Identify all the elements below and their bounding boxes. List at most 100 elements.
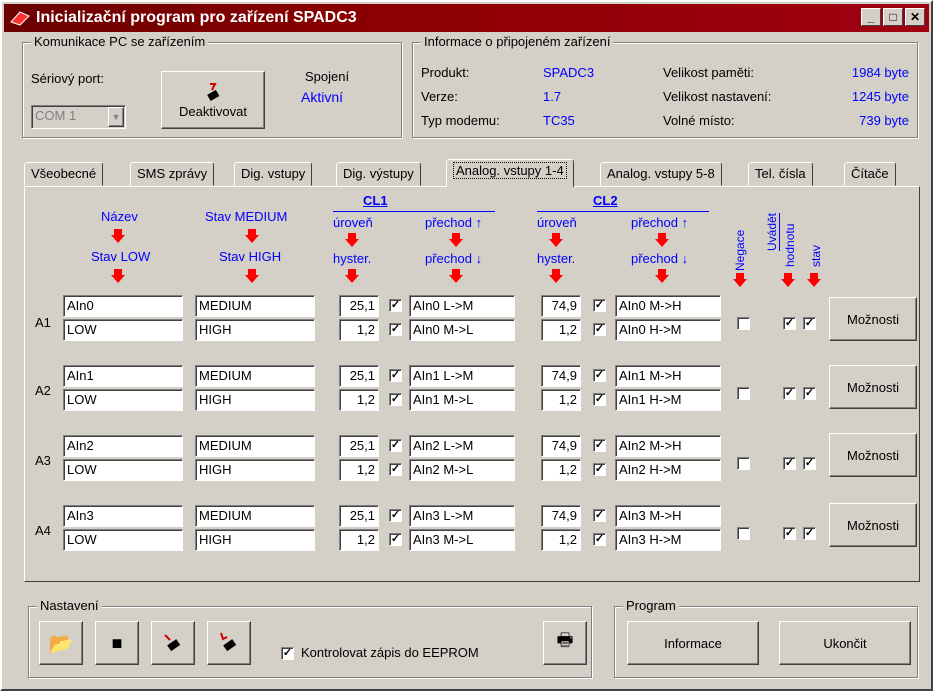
cl2-hyster-input[interactable]: 1,2 bbox=[541, 529, 581, 551]
cl2-level-input[interactable]: 74,9 bbox=[541, 505, 581, 527]
cl1-down-input[interactable]: AIn1 M->L bbox=[409, 389, 515, 411]
tab-analog-5-8[interactable]: Analog. vstupy 5-8 bbox=[600, 162, 722, 186]
cl2-up-checkbox[interactable]: ✓ bbox=[593, 439, 606, 452]
show-state-checkbox[interactable]: ✓ bbox=[803, 317, 816, 330]
cl2-up-input[interactable]: AIn1 M->H bbox=[615, 365, 721, 387]
cl2-up-input[interactable]: AIn3 M->H bbox=[615, 505, 721, 527]
cl1-up-input[interactable]: AIn0 L->M bbox=[409, 295, 515, 317]
show-value-checkbox[interactable]: ✓ bbox=[783, 457, 796, 470]
cl2-down-input[interactable]: AIn1 H->M bbox=[615, 389, 721, 411]
cl2-up-checkbox[interactable]: ✓ bbox=[593, 509, 606, 522]
cl2-up-checkbox[interactable]: ✓ bbox=[593, 369, 606, 382]
cl2-level-input[interactable]: 74,9 bbox=[541, 365, 581, 387]
cl1-down-input[interactable]: AIn0 M->L bbox=[409, 319, 515, 341]
write-device-button[interactable] bbox=[207, 621, 251, 665]
options-button[interactable]: Možnosti bbox=[829, 297, 917, 341]
maximize-button[interactable]: □ bbox=[883, 8, 903, 26]
close-button[interactable]: ✕ bbox=[905, 8, 925, 26]
cl1-down-checkbox[interactable]: ✓ bbox=[389, 393, 402, 406]
quit-button[interactable]: Ukončit bbox=[779, 621, 911, 665]
tab-sms[interactable]: SMS zprávy bbox=[130, 162, 215, 186]
tab-digital-inputs[interactable]: Dig. vstupy bbox=[234, 162, 313, 186]
cl1-up-checkbox[interactable]: ✓ bbox=[389, 299, 402, 312]
cl1-up-checkbox[interactable]: ✓ bbox=[389, 439, 402, 452]
information-button[interactable]: Informace bbox=[627, 621, 759, 665]
cl1-down-input[interactable]: AIn3 M->L bbox=[409, 529, 515, 551]
deactivate-button[interactable]: Deaktivovat bbox=[161, 71, 265, 129]
cl1-level-input[interactable]: 25,1 bbox=[339, 295, 379, 317]
negation-checkbox[interactable] bbox=[737, 317, 750, 330]
negation-checkbox[interactable] bbox=[737, 527, 750, 540]
cl1-down-input[interactable]: AIn2 M->L bbox=[409, 459, 515, 481]
state-low-input[interactable]: LOW bbox=[63, 459, 183, 481]
name-input[interactable]: AIn2 bbox=[63, 435, 183, 457]
cl2-hyster-input[interactable]: 1,2 bbox=[541, 459, 581, 481]
cl2-down-input[interactable]: AIn3 H->M bbox=[615, 529, 721, 551]
show-state-checkbox[interactable]: ✓ bbox=[803, 387, 816, 400]
state-high-input[interactable]: HIGH bbox=[195, 459, 315, 481]
options-button[interactable]: Možnosti bbox=[829, 503, 917, 547]
options-button[interactable]: Možnosti bbox=[829, 365, 917, 409]
cl1-down-checkbox[interactable]: ✓ bbox=[389, 533, 402, 546]
options-button[interactable]: Možnosti bbox=[829, 433, 917, 477]
cl1-level-input[interactable]: 25,1 bbox=[339, 435, 379, 457]
negation-checkbox[interactable] bbox=[737, 457, 750, 470]
state-low-input[interactable]: LOW bbox=[63, 389, 183, 411]
cl1-hyster-input[interactable]: 1,2 bbox=[339, 529, 379, 551]
port-select[interactable]: COM 1 ▼ bbox=[31, 105, 126, 129]
cl2-level-input[interactable]: 74,9 bbox=[541, 295, 581, 317]
state-low-input[interactable]: LOW bbox=[63, 319, 183, 341]
cl1-hyster-input[interactable]: 1,2 bbox=[339, 389, 379, 411]
cl1-hyster-input[interactable]: 1,2 bbox=[339, 459, 379, 481]
cl2-level-input[interactable]: 74,9 bbox=[541, 435, 581, 457]
tab-general[interactable]: Všeobecné bbox=[24, 162, 104, 186]
cl2-hyster-input[interactable]: 1,2 bbox=[541, 319, 581, 341]
cl2-down-checkbox[interactable]: ✓ bbox=[593, 393, 606, 406]
cl2-up-checkbox[interactable]: ✓ bbox=[593, 299, 606, 312]
chevron-down-icon[interactable]: ▼ bbox=[108, 107, 124, 127]
show-value-checkbox[interactable]: ✓ bbox=[783, 527, 796, 540]
print-button[interactable]: 🖶 bbox=[543, 621, 587, 665]
save-button[interactable]: ■ bbox=[95, 621, 139, 665]
cl1-up-input[interactable]: AIn3 L->M bbox=[409, 505, 515, 527]
show-value-checkbox[interactable]: ✓ bbox=[783, 387, 796, 400]
cl1-level-input[interactable]: 25,1 bbox=[339, 365, 379, 387]
title-bar[interactable]: Inicializační program pro zařízení SPADC… bbox=[4, 4, 929, 32]
cl2-down-checkbox[interactable]: ✓ bbox=[593, 463, 606, 476]
state-high-input[interactable]: HIGH bbox=[195, 529, 315, 551]
state-low-input[interactable]: LOW bbox=[63, 529, 183, 551]
cl2-down-input[interactable]: AIn0 H->M bbox=[615, 319, 721, 341]
cl2-down-checkbox[interactable]: ✓ bbox=[593, 323, 606, 336]
cl1-down-checkbox[interactable]: ✓ bbox=[389, 463, 402, 476]
cl1-level-input[interactable]: 25,1 bbox=[339, 505, 379, 527]
state-high-input[interactable]: HIGH bbox=[195, 319, 315, 341]
negation-checkbox[interactable] bbox=[737, 387, 750, 400]
show-value-checkbox[interactable]: ✓ bbox=[783, 317, 796, 330]
tab-digital-outputs[interactable]: Dig. výstupy bbox=[336, 162, 421, 186]
tab-phone-numbers[interactable]: Tel. čísla bbox=[748, 162, 813, 186]
state-medium-input[interactable]: MEDIUM bbox=[195, 505, 315, 527]
cl1-hyster-input[interactable]: 1,2 bbox=[339, 319, 379, 341]
show-state-checkbox[interactable]: ✓ bbox=[803, 457, 816, 470]
state-medium-input[interactable]: MEDIUM bbox=[195, 295, 315, 317]
tab-counters[interactable]: Čítače bbox=[844, 162, 896, 186]
show-state-checkbox[interactable]: ✓ bbox=[803, 527, 816, 540]
cl2-up-input[interactable]: AIn0 M->H bbox=[615, 295, 721, 317]
name-input[interactable]: AIn0 bbox=[63, 295, 183, 317]
name-input[interactable]: AIn3 bbox=[63, 505, 183, 527]
tab-analog-1-4[interactable]: Analog. vstupy 1-4 bbox=[446, 159, 574, 187]
cl2-down-input[interactable]: AIn2 H->M bbox=[615, 459, 721, 481]
cl2-down-checkbox[interactable]: ✓ bbox=[593, 533, 606, 546]
minimize-button[interactable]: _ bbox=[861, 8, 881, 26]
cl1-up-input[interactable]: AIn2 L->M bbox=[409, 435, 515, 457]
read-device-button[interactable] bbox=[151, 621, 195, 665]
name-input[interactable]: AIn1 bbox=[63, 365, 183, 387]
state-medium-input[interactable]: MEDIUM bbox=[195, 435, 315, 457]
cl1-up-checkbox[interactable]: ✓ bbox=[389, 369, 402, 382]
state-high-input[interactable]: HIGH bbox=[195, 389, 315, 411]
verify-eeprom-checkbox[interactable]: ✓ bbox=[281, 647, 294, 660]
cl1-up-input[interactable]: AIn1 L->M bbox=[409, 365, 515, 387]
cl1-up-checkbox[interactable]: ✓ bbox=[389, 509, 402, 522]
cl2-hyster-input[interactable]: 1,2 bbox=[541, 389, 581, 411]
cl2-up-input[interactable]: AIn2 M->H bbox=[615, 435, 721, 457]
